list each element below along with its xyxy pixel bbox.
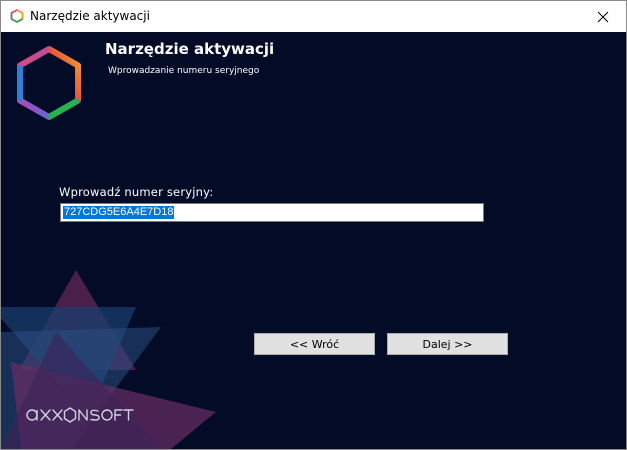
- next-button[interactable]: Dalej >>: [387, 333, 508, 355]
- hexagon-logo-icon: [17, 46, 81, 120]
- axxonsoft-logo: [25, 404, 150, 439]
- title-bar[interactable]: Narzędzie aktywacji: [1, 1, 626, 32]
- background-shapes: [1, 270, 216, 449]
- window-title: Narzędzie aktywacji: [30, 9, 150, 23]
- header-subtitle: Wprowadzanie numeru seryjnego: [108, 66, 260, 76]
- serial-number-label: Wprowadź numer seryjny:: [59, 185, 214, 199]
- back-button[interactable]: << Wróć: [254, 333, 375, 355]
- close-button[interactable]: [580, 1, 626, 32]
- serial-number-input[interactable]: 727CDG5E6A4E7D18: [60, 203, 484, 222]
- wizard-body: Narzędzie aktywacji Wprowadzanie numeru …: [1, 32, 626, 449]
- activation-window: Narzędzie aktywacji Narzędzie aktywacji …: [0, 0, 627, 450]
- close-icon: [597, 11, 609, 22]
- hexagon-icon: [10, 9, 24, 23]
- axxonsoft-logo-icon: [26, 407, 134, 423]
- serial-number-value: 727CDG5E6A4E7D18: [63, 206, 175, 219]
- header-title: Narzędzie aktywacji: [105, 40, 275, 58]
